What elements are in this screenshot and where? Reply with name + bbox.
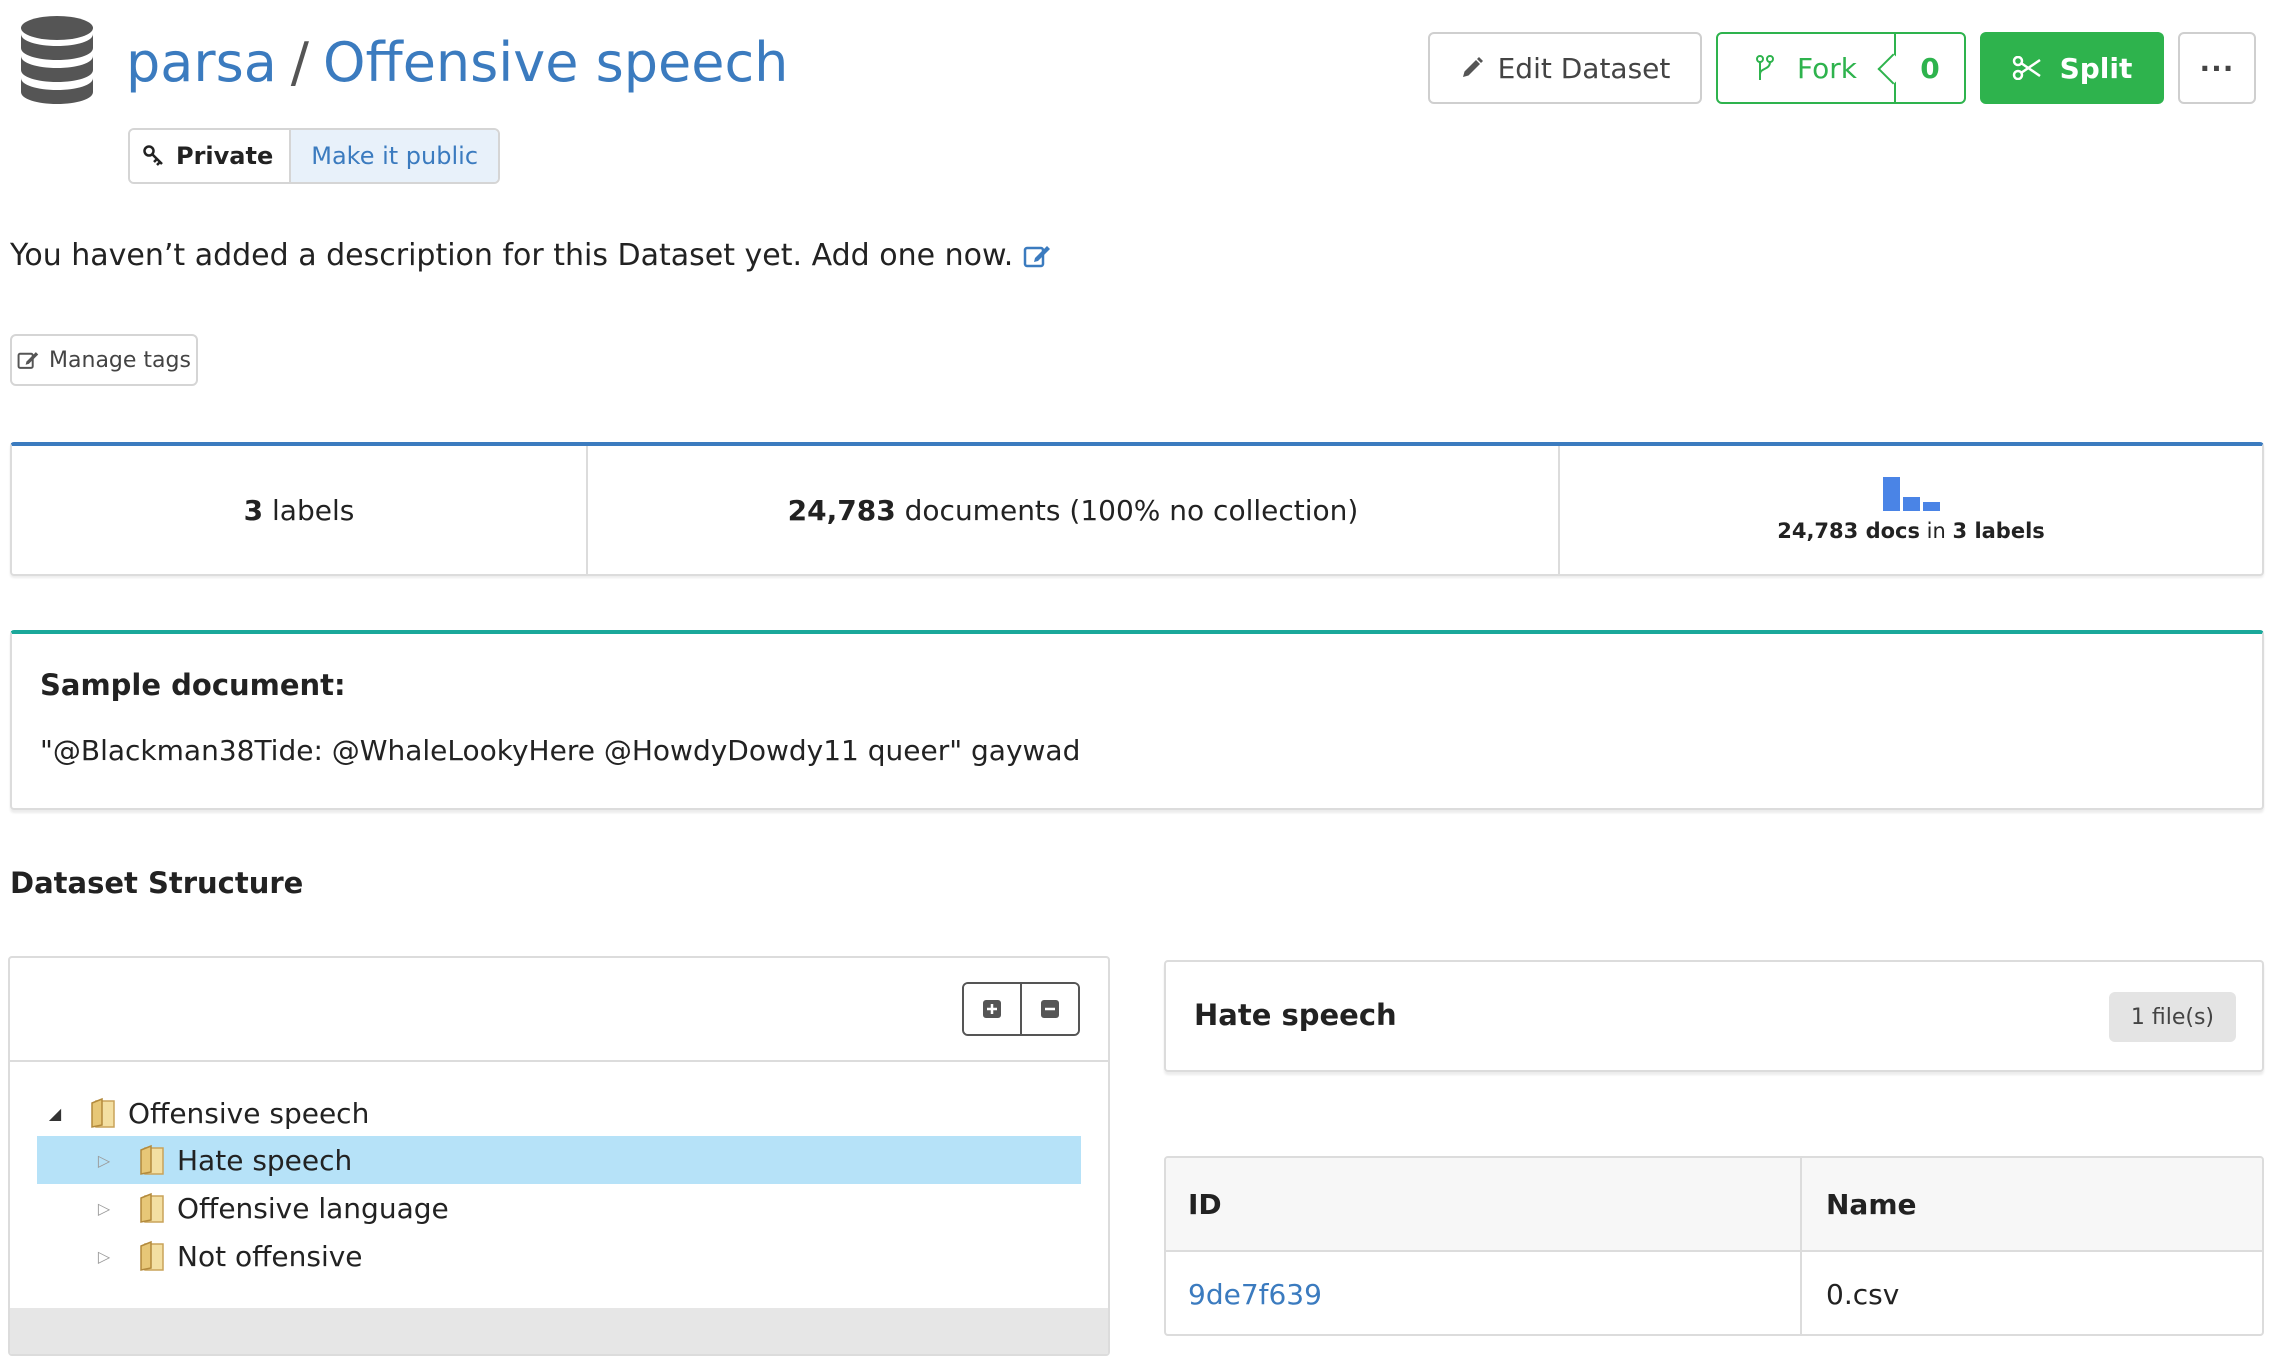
file-name: 0.csv	[1826, 1277, 1900, 1311]
manage-tags-button[interactable]: Manage tags	[10, 334, 198, 386]
edit-icon	[17, 352, 39, 369]
tree-node-label: Offensive language	[177, 1191, 449, 1225]
sample-heading: Sample document:	[40, 668, 346, 702]
chart-bar-1	[1882, 477, 1900, 511]
dataset-structure-title: Dataset Structure	[10, 866, 304, 900]
manage-tags-label: Manage tags	[49, 347, 191, 373]
column-header-id: ID	[1188, 1187, 1222, 1221]
label-distribution-stat: 24,783 docs in 3 labels	[1558, 446, 2262, 574]
tree-expand-collapse-group	[962, 982, 1080, 1036]
tree-node-root[interactable]: ◢ Offensive speech	[44, 1090, 369, 1136]
chart-in: in	[1926, 519, 1946, 543]
files-count-badge: 1 file(s)	[2108, 992, 2236, 1042]
collapse-all-button[interactable]	[1020, 984, 1078, 1034]
page-title: parsa / Offensive speech	[126, 22, 788, 102]
tree-toolbar	[10, 958, 1108, 1062]
selected-label-card: Hate speech 1 file(s)	[1164, 960, 2264, 1072]
edit-dataset-button[interactable]: Edit Dataset	[1428, 32, 1702, 104]
private-status: Private	[130, 130, 290, 182]
dataset-name-link[interactable]: Offensive speech	[323, 31, 788, 94]
expand-all-button[interactable]	[964, 984, 1020, 1034]
tree-node-hate-speech[interactable]: ▷ Hate speech	[93, 1137, 352, 1183]
files-table: ID Name 9de7f639 0.csv	[1164, 1156, 2264, 1336]
table-header	[1166, 1158, 2262, 1252]
make-public-button[interactable]: Make it public	[289, 130, 499, 182]
edit-description-icon[interactable]	[1023, 242, 1051, 270]
tree-node-label: Hate speech	[177, 1143, 353, 1177]
plus-square-icon	[983, 1000, 1001, 1018]
file-id-link[interactable]: 9de7f639	[1188, 1252, 1322, 1334]
sample-text: "@Blackman38Tide: @WhaleLookyHere @Howdy…	[40, 734, 1081, 767]
database-icon	[21, 16, 93, 104]
split-button[interactable]: Split	[1980, 32, 2164, 104]
documents-stat: 24,783 documents (100% no collection)	[586, 446, 1558, 574]
tree-node-not-offensive[interactable]: ▷ Not offensive	[93, 1233, 363, 1279]
title-separator: /	[290, 30, 309, 94]
chart-docs: 24,783 docs	[1777, 519, 1920, 543]
more-options-button[interactable]: ···	[2178, 32, 2256, 104]
chart-bar-3	[1922, 502, 1940, 511]
labels-word: labels	[272, 493, 355, 527]
minus-square-icon	[1041, 1000, 1059, 1018]
column-divider	[1800, 1158, 1802, 1334]
chart-caption: 24,783 docs in 3 labels	[1777, 519, 2045, 543]
tree-node-label: Not offensive	[177, 1239, 363, 1273]
owner-link[interactable]: parsa	[126, 31, 277, 94]
tree-footer	[10, 1308, 1108, 1354]
folder-icon	[140, 1144, 164, 1175]
description: You haven’t added a description for this…	[10, 238, 1051, 273]
fork-icon	[1756, 55, 1775, 80]
expand-arrow-icon[interactable]: ▷	[93, 1197, 115, 1219]
edit-dataset-label: Edit Dataset	[1497, 51, 1671, 85]
folder-icon	[91, 1097, 115, 1128]
labels-count: 3	[243, 493, 264, 527]
collapse-arrow-icon[interactable]: ◢	[44, 1102, 66, 1124]
pencil-icon	[1462, 57, 1483, 77]
fork-count: 0	[1894, 34, 1964, 102]
expand-arrow-icon[interactable]: ▷	[93, 1149, 115, 1171]
private-label: Private	[176, 142, 274, 170]
documents-text: documents (100% no collection)	[904, 493, 1359, 527]
tree-node-offensive-language[interactable]: ▷ Offensive language	[93, 1185, 449, 1231]
documents-count: 24,783	[787, 493, 896, 527]
tree-node-label: Offensive speech	[128, 1096, 370, 1130]
description-text: You haven’t added a description for this…	[10, 238, 1014, 273]
scissors-icon	[2012, 56, 2041, 80]
dataset-stats: 3 labels 24,783 documents (100% no colle…	[10, 442, 2264, 576]
key-icon	[143, 145, 163, 166]
selected-label-title: Hate speech	[1194, 998, 1397, 1032]
fork-label: Fork	[1797, 51, 1857, 85]
label-distribution-chart	[1882, 477, 1940, 511]
folder-icon	[140, 1240, 164, 1271]
fork-button[interactable]: Fork 0	[1716, 32, 1966, 104]
column-header-name: Name	[1826, 1187, 1917, 1221]
split-label: Split	[2059, 51, 2133, 85]
labels-stat: 3 labels	[12, 446, 586, 574]
chart-labels: 3 labels	[1952, 519, 2045, 543]
folder-icon	[140, 1192, 164, 1223]
chart-bar-2	[1902, 497, 1920, 511]
sample-document-card: Sample document: "@Blackman38Tide: @Whal…	[10, 630, 2264, 810]
expand-arrow-icon[interactable]: ▷	[93, 1245, 115, 1267]
privacy-toggle: Private Make it public	[128, 128, 501, 184]
